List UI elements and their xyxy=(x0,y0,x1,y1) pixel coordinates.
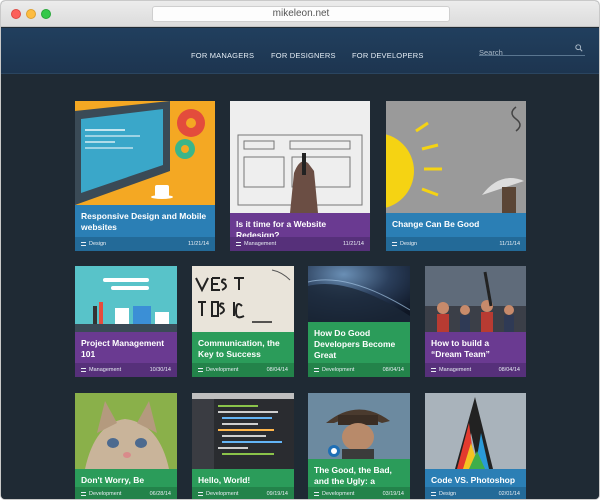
category-list-icon xyxy=(81,491,86,496)
article-title[interactable]: Project Management 101 xyxy=(75,332,177,363)
article-meta: Design 02/01/14 xyxy=(425,487,526,499)
article-thumbnail xyxy=(308,393,410,459)
category-list-icon xyxy=(314,491,319,496)
category-list-icon xyxy=(198,367,203,372)
category-list-icon xyxy=(81,241,86,246)
article-category[interactable]: Development xyxy=(81,487,121,499)
browser-titlebar: mikeleon.net xyxy=(1,1,599,27)
article-category[interactable]: Development xyxy=(314,363,354,377)
nav-for-designers[interactable]: FOR DESIGNERS xyxy=(271,51,336,60)
article-thumbnail xyxy=(230,101,370,213)
article-date: 02/01/14 xyxy=(498,491,520,497)
category-list-icon xyxy=(236,241,241,246)
article-grid: Responsive Design and Mobile websites De… xyxy=(1,75,599,499)
article-card-jquery-tale[interactable]: The Good, the Bad, and the Ugly: a jQuer… xyxy=(308,393,410,499)
close-window-button[interactable] xyxy=(11,9,21,19)
article-meta: Design 11/11/14 xyxy=(386,237,526,251)
article-thumbnail xyxy=(75,266,177,332)
article-date: 08/04/14 xyxy=(498,367,520,373)
article-date: 11/21/14 xyxy=(342,241,364,247)
article-date: 03/19/14 xyxy=(382,491,404,497)
article-title[interactable]: Code VS. Photoshop xyxy=(425,469,526,487)
article-title[interactable]: Is it time for a Website Redesign? xyxy=(230,213,370,240)
article-category[interactable]: Development xyxy=(314,487,354,499)
article-category[interactable]: Development xyxy=(198,363,238,377)
article-meta: Management 08/04/14 xyxy=(425,363,526,377)
search-box xyxy=(479,42,585,59)
address-bar[interactable]: mikeleon.net xyxy=(152,6,450,22)
article-meta: Management 11/21/14 xyxy=(230,237,370,251)
article-title[interactable]: How Do Good Developers Become Great xyxy=(308,322,410,363)
article-meta: Development 09/19/14 xyxy=(192,487,294,499)
article-title[interactable]: Change Can Be Good xyxy=(386,213,526,237)
article-title[interactable]: Don't Worry, Be Happy! xyxy=(75,469,177,496)
article-card-dream-team[interactable]: How to build a “Dream Team” Management 0… xyxy=(425,266,526,377)
article-category[interactable]: Management xyxy=(431,363,471,377)
article-meta: Development 08/04/14 xyxy=(308,363,410,377)
article-thumbnail xyxy=(192,266,294,332)
article-meta: Development 06/28/14 xyxy=(75,487,177,499)
article-title[interactable]: Responsive Design and Mobile websites xyxy=(75,205,215,237)
article-date: 11/21/14 xyxy=(187,241,209,247)
article-thumbnail xyxy=(425,393,526,469)
category-list-icon xyxy=(431,491,436,496)
article-title[interactable]: How to build a “Dream Team” xyxy=(425,332,526,363)
article-date: 11/11/14 xyxy=(499,241,520,247)
category-list-icon xyxy=(431,367,436,372)
article-card-code-vs-photoshop[interactable]: Code VS. Photoshop Design 02/01/14 xyxy=(425,393,526,499)
article-category[interactable]: Design xyxy=(81,237,106,251)
article-meta: Development 08/04/14 xyxy=(192,363,294,377)
nav-for-managers[interactable]: FOR MANAGERS xyxy=(191,51,254,60)
article-date: 10/30/14 xyxy=(149,367,171,373)
article-title[interactable]: Hello, World! xyxy=(192,469,294,487)
browser-window: mikeleon.net FOR MANAGERS FOR DESIGNERS … xyxy=(0,0,600,500)
nav-for-developers[interactable]: FOR DEVELOPERS xyxy=(352,51,424,60)
article-thumbnail xyxy=(308,266,410,322)
article-category[interactable]: Management xyxy=(236,237,276,251)
article-card-dont-worry[interactable]: Don't Worry, Be Happy! Development 06/28… xyxy=(75,393,177,499)
article-meta: Design 11/21/14 xyxy=(75,237,215,251)
article-title[interactable]: Communication, the Key to Success xyxy=(192,332,294,363)
article-card-responsive-design[interactable]: Responsive Design and Mobile websites De… xyxy=(75,101,215,251)
category-list-icon xyxy=(81,367,86,372)
article-thumbnail xyxy=(75,393,177,469)
article-date: 08/04/14 xyxy=(382,367,404,373)
site-header: FOR MANAGERS FOR DESIGNERS FOR DEVELOPER… xyxy=(1,28,599,74)
category-list-icon xyxy=(198,491,203,496)
article-category[interactable]: Management xyxy=(81,363,121,377)
article-thumbnail xyxy=(192,393,294,469)
article-card-hello-world[interactable]: Hello, World! Development 09/19/14 xyxy=(192,393,294,499)
article-meta: Management 10/30/14 xyxy=(75,363,177,377)
article-category[interactable]: Development xyxy=(198,487,238,499)
article-card-project-management[interactable]: Project Management 101 Management 10/30/… xyxy=(75,266,177,377)
article-thumbnail xyxy=(425,266,526,332)
article-card-good-developers[interactable]: How Do Good Developers Become Great Deve… xyxy=(308,266,410,377)
article-category[interactable]: Design xyxy=(431,487,456,499)
article-date: 06/28/14 xyxy=(149,491,171,497)
article-card-change[interactable]: Change Can Be Good Design 11/11/14 xyxy=(386,101,526,251)
search-input[interactable] xyxy=(479,46,569,59)
article-card-website-redesign[interactable]: Is it time for a Website Redesign? Manag… xyxy=(230,101,370,251)
article-meta: Development 03/19/14 xyxy=(308,487,410,499)
article-card-communication[interactable]: Communication, the Key to Success Develo… xyxy=(192,266,294,377)
article-thumbnail xyxy=(386,101,526,213)
category-list-icon xyxy=(392,241,397,246)
article-category[interactable]: Design xyxy=(392,237,417,251)
article-date: 08/04/14 xyxy=(266,367,288,373)
article-title[interactable]: The Good, the Bad, and the Ugly: a jQuer… xyxy=(308,459,410,497)
category-list-icon xyxy=(314,367,319,372)
search-icon[interactable] xyxy=(575,44,583,52)
zoom-window-button[interactable] xyxy=(41,9,51,19)
minimize-window-button[interactable] xyxy=(26,9,36,19)
article-date: 09/19/14 xyxy=(266,491,288,497)
article-thumbnail xyxy=(75,101,215,205)
